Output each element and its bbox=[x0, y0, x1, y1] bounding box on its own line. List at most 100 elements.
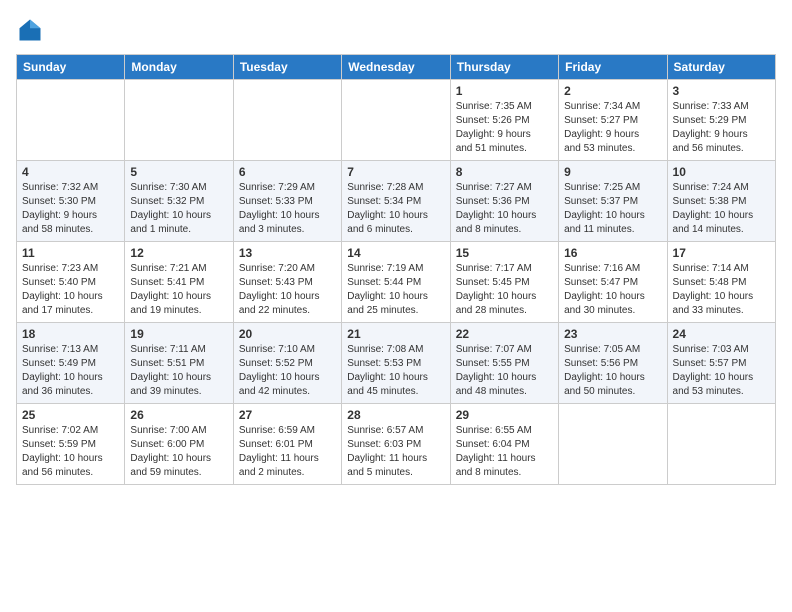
cell-day-number: 11 bbox=[22, 246, 119, 260]
cell-info: Sunrise: 7:03 AM Sunset: 5:57 PM Dayligh… bbox=[673, 343, 770, 399]
cell-info: Sunrise: 7:23 AM Sunset: 5:40 PM Dayligh… bbox=[22, 262, 119, 318]
cell-info: Sunrise: 6:57 AM Sunset: 6:03 PM Dayligh… bbox=[347, 424, 444, 480]
cell-day-number: 21 bbox=[347, 327, 444, 341]
cell-day-number: 3 bbox=[673, 84, 770, 98]
calendar-cell: 29 Sunrise: 6:55 AM Sunset: 6:04 PM Dayli… bbox=[450, 404, 558, 485]
calendar-cell: 27Sunrise: 6:59 AM Sunset: 6:01 PM Dayli… bbox=[233, 404, 341, 485]
cell-info: Sunrise: 7:02 AM Sunset: 5:59 PM Dayligh… bbox=[22, 424, 119, 480]
cell-info: Sunrise: 7:08 AM Sunset: 5:53 PM Dayligh… bbox=[347, 343, 444, 399]
cell-info: Sunrise: 7:10 AM Sunset: 5:52 PM Dayligh… bbox=[239, 343, 336, 399]
cell-day-number: 10 bbox=[673, 165, 770, 179]
calendar-cell: 2 Sunrise: 7:34 AM Sunset: 5:27 PM Daylig… bbox=[559, 80, 667, 161]
calendar-cell bbox=[342, 80, 450, 161]
cell-info: Sunrise: 7:11 AM Sunset: 5:51 PM Dayligh… bbox=[130, 343, 227, 399]
cell-day-number: 25 bbox=[22, 408, 119, 422]
calendar-cell bbox=[559, 404, 667, 485]
cell-day-number: 19 bbox=[130, 327, 227, 341]
cell-info: Sunrise: 7:35 AM Sunset: 5:26 PM Dayligh… bbox=[456, 100, 553, 156]
cell-day-number: 14 bbox=[347, 246, 444, 260]
calendar-cell: 18 Sunrise: 7:13 AM Sunset: 5:49 PM Dayli… bbox=[17, 323, 125, 404]
cell-info: Sunrise: 7:17 AM Sunset: 5:45 PM Dayligh… bbox=[456, 262, 553, 318]
calendar-cell: 25 Sunrise: 7:02 AM Sunset: 5:59 PM Dayli… bbox=[17, 404, 125, 485]
calendar-cell: 12 Sunrise: 7:21 AM Sunset: 5:41 PM Dayli… bbox=[125, 242, 233, 323]
calendar-cell: 11 Sunrise: 7:23 AM Sunset: 5:40 PM Dayli… bbox=[17, 242, 125, 323]
calendar-cell bbox=[125, 80, 233, 161]
cell-day-number: 8 bbox=[456, 165, 553, 179]
calendar-cell: 17Sunrise: 7:14 AM Sunset: 5:48 PM Dayli… bbox=[667, 242, 775, 323]
col-header-saturday: Saturday bbox=[667, 55, 775, 80]
week-row-0: 1 Sunrise: 7:35 AM Sunset: 5:26 PM Daylig… bbox=[17, 80, 776, 161]
week-row-3: 18 Sunrise: 7:13 AM Sunset: 5:49 PM Dayli… bbox=[17, 323, 776, 404]
cell-day-number: 13 bbox=[239, 246, 336, 260]
cell-info: Sunrise: 7:13 AM Sunset: 5:49 PM Dayligh… bbox=[22, 343, 119, 399]
cell-info: Sunrise: 7:21 AM Sunset: 5:41 PM Dayligh… bbox=[130, 262, 227, 318]
calendar-cell: 19 Sunrise: 7:11 AM Sunset: 5:51 PM Dayli… bbox=[125, 323, 233, 404]
cell-day-number: 7 bbox=[347, 165, 444, 179]
cell-info: Sunrise: 7:00 AM Sunset: 6:00 PM Dayligh… bbox=[130, 424, 227, 480]
cell-info: Sunrise: 7:05 AM Sunset: 5:56 PM Dayligh… bbox=[564, 343, 661, 399]
calendar-cell: 23 Sunrise: 7:05 AM Sunset: 5:56 PM Dayli… bbox=[559, 323, 667, 404]
logo bbox=[16, 16, 48, 44]
cell-day-number: 23 bbox=[564, 327, 661, 341]
cell-info: Sunrise: 7:20 AM Sunset: 5:43 PM Dayligh… bbox=[239, 262, 336, 318]
cell-day-number: 12 bbox=[130, 246, 227, 260]
cell-info: Sunrise: 7:32 AM Sunset: 5:30 PM Dayligh… bbox=[22, 181, 119, 237]
calendar-cell: 8Sunrise: 7:27 AM Sunset: 5:36 PM Daylig… bbox=[450, 161, 558, 242]
cell-info: Sunrise: 7:07 AM Sunset: 5:55 PM Dayligh… bbox=[456, 343, 553, 399]
cell-day-number: 24 bbox=[673, 327, 770, 341]
calendar-cell: 14 Sunrise: 7:19 AM Sunset: 5:44 PM Dayli… bbox=[342, 242, 450, 323]
header bbox=[16, 16, 776, 44]
cell-info: Sunrise: 7:16 AM Sunset: 5:47 PM Dayligh… bbox=[564, 262, 661, 318]
cell-day-number: 26 bbox=[130, 408, 227, 422]
cell-day-number: 22 bbox=[456, 327, 553, 341]
col-header-thursday: Thursday bbox=[450, 55, 558, 80]
calendar-cell: 6 Sunrise: 7:29 AM Sunset: 5:33 PM Daylig… bbox=[233, 161, 341, 242]
logo-icon bbox=[16, 16, 44, 44]
cell-info: Sunrise: 7:25 AM Sunset: 5:37 PM Dayligh… bbox=[564, 181, 661, 237]
week-row-2: 11 Sunrise: 7:23 AM Sunset: 5:40 PM Dayli… bbox=[17, 242, 776, 323]
cell-day-number: 27 bbox=[239, 408, 336, 422]
calendar-cell bbox=[17, 80, 125, 161]
calendar-cell: 15Sunrise: 7:17 AM Sunset: 5:45 PM Dayli… bbox=[450, 242, 558, 323]
calendar-cell: 22 Sunrise: 7:07 AM Sunset: 5:55 PM Dayli… bbox=[450, 323, 558, 404]
cell-day-number: 28 bbox=[347, 408, 444, 422]
cell-info: Sunrise: 7:19 AM Sunset: 5:44 PM Dayligh… bbox=[347, 262, 444, 318]
cell-day-number: 29 bbox=[456, 408, 553, 422]
calendar-cell: 7 Sunrise: 7:28 AM Sunset: 5:34 PM Daylig… bbox=[342, 161, 450, 242]
calendar-cell: 5Sunrise: 7:30 AM Sunset: 5:32 PM Daylig… bbox=[125, 161, 233, 242]
calendar-cell: 13 Sunrise: 7:20 AM Sunset: 5:43 PM Dayli… bbox=[233, 242, 341, 323]
calendar-table: SundayMondayTuesdayWednesdayThursdayFrid… bbox=[16, 54, 776, 485]
cell-info: Sunrise: 7:29 AM Sunset: 5:33 PM Dayligh… bbox=[239, 181, 336, 237]
cell-day-number: 18 bbox=[22, 327, 119, 341]
cell-day-number: 2 bbox=[564, 84, 661, 98]
cell-info: Sunrise: 7:34 AM Sunset: 5:27 PM Dayligh… bbox=[564, 100, 661, 156]
calendar-cell: 9 Sunrise: 7:25 AM Sunset: 5:37 PM Daylig… bbox=[559, 161, 667, 242]
calendar-cell bbox=[233, 80, 341, 161]
cell-info: Sunrise: 7:30 AM Sunset: 5:32 PM Dayligh… bbox=[130, 181, 227, 237]
col-header-monday: Monday bbox=[125, 55, 233, 80]
cell-day-number: 16 bbox=[564, 246, 661, 260]
cell-info: Sunrise: 7:14 AM Sunset: 5:48 PM Dayligh… bbox=[673, 262, 770, 318]
col-header-wednesday: Wednesday bbox=[342, 55, 450, 80]
calendar-cell: 26 Sunrise: 7:00 AM Sunset: 6:00 PM Dayli… bbox=[125, 404, 233, 485]
calendar-cell: 24 Sunrise: 7:03 AM Sunset: 5:57 PM Dayli… bbox=[667, 323, 775, 404]
cell-day-number: 9 bbox=[564, 165, 661, 179]
calendar-cell: 20 Sunrise: 7:10 AM Sunset: 5:52 PM Dayli… bbox=[233, 323, 341, 404]
col-header-tuesday: Tuesday bbox=[233, 55, 341, 80]
col-header-friday: Friday bbox=[559, 55, 667, 80]
cell-info: Sunrise: 6:55 AM Sunset: 6:04 PM Dayligh… bbox=[456, 424, 553, 480]
cell-info: Sunrise: 7:33 AM Sunset: 5:29 PM Dayligh… bbox=[673, 100, 770, 156]
calendar-cell: 1 Sunrise: 7:35 AM Sunset: 5:26 PM Daylig… bbox=[450, 80, 558, 161]
calendar-cell: 4Sunrise: 7:32 AM Sunset: 5:30 PM Daylig… bbox=[17, 161, 125, 242]
cell-info: Sunrise: 7:28 AM Sunset: 5:34 PM Dayligh… bbox=[347, 181, 444, 237]
calendar-cell bbox=[667, 404, 775, 485]
cell-day-number: 1 bbox=[456, 84, 553, 98]
cell-day-number: 20 bbox=[239, 327, 336, 341]
calendar-cell: 28 Sunrise: 6:57 AM Sunset: 6:03 PM Dayli… bbox=[342, 404, 450, 485]
calendar-cell: 3 Sunrise: 7:33 AM Sunset: 5:29 PM Daylig… bbox=[667, 80, 775, 161]
col-header-sunday: Sunday bbox=[17, 55, 125, 80]
week-row-4: 25 Sunrise: 7:02 AM Sunset: 5:59 PM Dayli… bbox=[17, 404, 776, 485]
week-row-1: 4Sunrise: 7:32 AM Sunset: 5:30 PM Daylig… bbox=[17, 161, 776, 242]
calendar-header-row: SundayMondayTuesdayWednesdayThursdayFrid… bbox=[17, 55, 776, 80]
cell-day-number: 6 bbox=[239, 165, 336, 179]
